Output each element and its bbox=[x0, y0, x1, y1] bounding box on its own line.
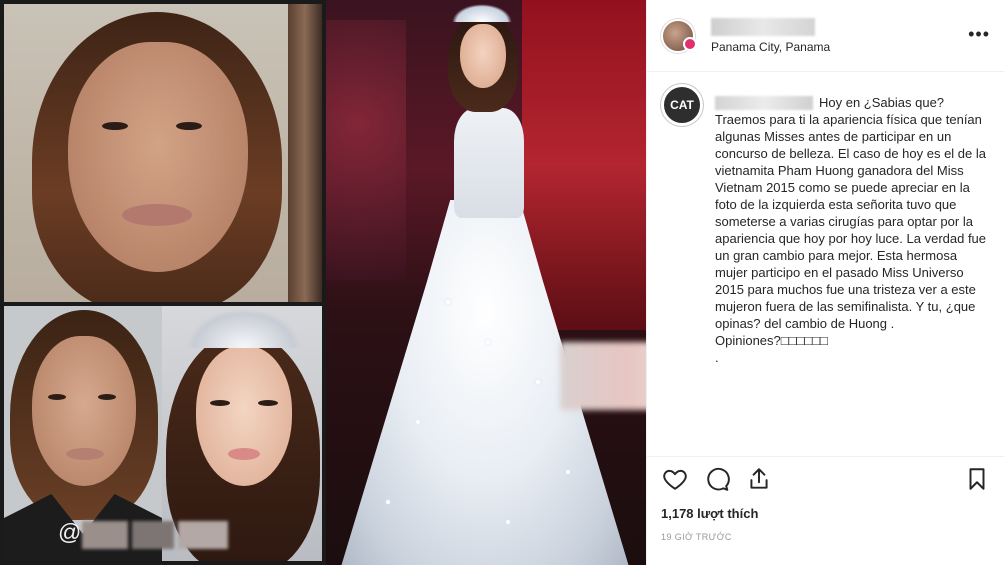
before-photo-large bbox=[4, 4, 322, 302]
post-location[interactable]: Panama City, Panama bbox=[711, 40, 830, 54]
comment-button[interactable] bbox=[703, 465, 731, 493]
caption-text: Traemos para ti la apariencia física que… bbox=[715, 112, 987, 331]
like-button[interactable] bbox=[661, 465, 689, 493]
share-icon bbox=[750, 467, 768, 489]
caption-intro: Hoy en ¿Sabias que? bbox=[819, 95, 945, 110]
author-avatar[interactable] bbox=[661, 18, 697, 53]
watermark-blur bbox=[178, 521, 228, 549]
more-icon[interactable]: ••• bbox=[968, 24, 990, 45]
action-bar bbox=[647, 456, 1004, 500]
watermark-blur bbox=[132, 521, 174, 549]
post-caption: CAT Hoy en ¿Sabias que? Traemos para ti … bbox=[647, 72, 1004, 366]
post-sidebar: Panama City, Panama ••• CAT Hoy en ¿Sabi… bbox=[646, 0, 1004, 565]
heart-icon bbox=[663, 469, 687, 490]
like-count[interactable]: 1,178 lượt thích bbox=[661, 506, 758, 521]
caption-closing: Opiniones?□□□□□□ bbox=[715, 333, 828, 348]
story-badge-icon bbox=[683, 36, 697, 51]
caption-dot: . bbox=[715, 350, 719, 365]
post-header: Panama City, Panama ••• bbox=[647, 0, 1004, 72]
comment-icon bbox=[707, 467, 730, 491]
blurred-region bbox=[560, 342, 646, 410]
watermark-blur bbox=[82, 521, 128, 549]
image-watermark: @ bbox=[58, 519, 82, 545]
gown-photo bbox=[326, 0, 646, 565]
author-username-blurred[interactable] bbox=[711, 17, 815, 36]
save-button[interactable] bbox=[963, 465, 991, 493]
post-timestamp[interactable]: 19 GIỜ TRƯỚC bbox=[661, 532, 732, 542]
bookmark-icon bbox=[969, 467, 985, 490]
commenter-avatar[interactable]: CAT bbox=[661, 84, 703, 126]
share-button[interactable] bbox=[745, 465, 773, 493]
commenter-username-blurred[interactable] bbox=[715, 95, 813, 110]
post-image[interactable]: @ bbox=[0, 0, 646, 565]
